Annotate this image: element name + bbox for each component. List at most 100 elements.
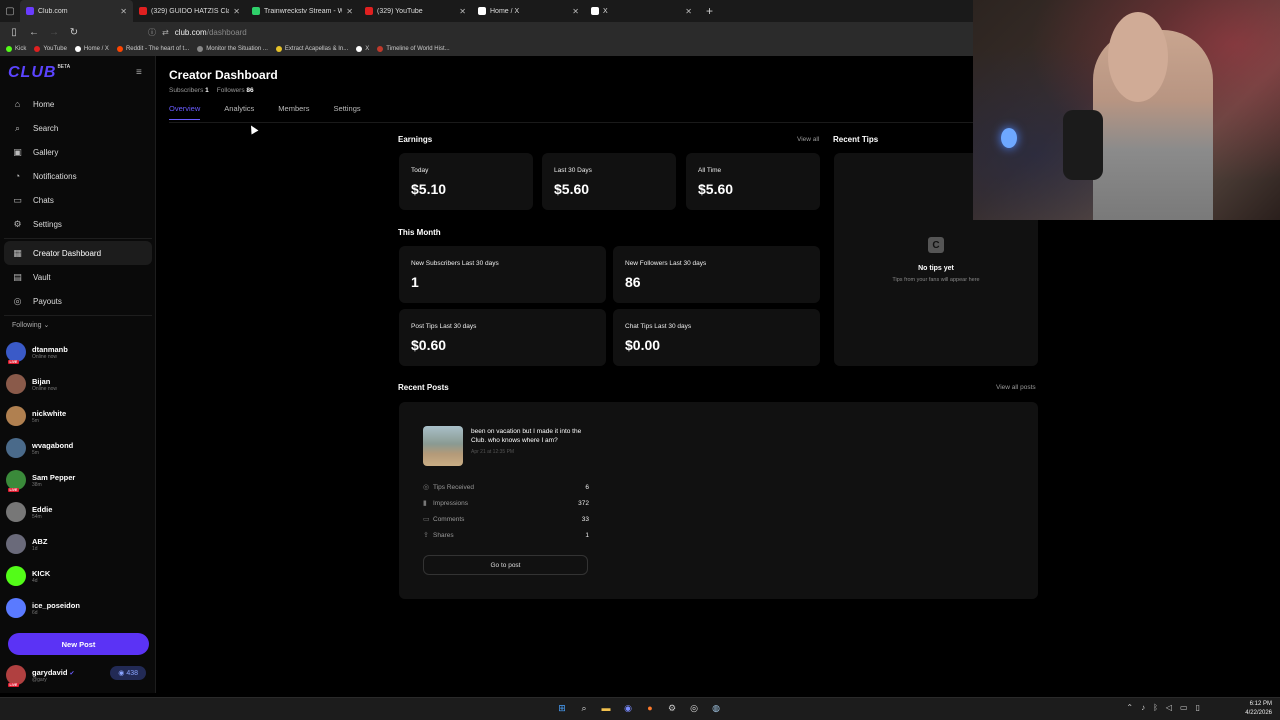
following-item[interactable]: Eddie 54m [6, 496, 152, 528]
tab-members[interactable]: Members [278, 104, 309, 120]
sidebar-nav: ⌂ Home ⌕ Search ▣ Gallery ◔ Notifications ▭ Chats… [4, 92, 152, 318]
browser-tab[interactable]: Trainwreckstv Stream - Watch L✕ [246, 0, 359, 22]
close-tab-icon[interactable]: ✕ [685, 7, 692, 16]
bookmark-item[interactable]: X [356, 46, 369, 52]
clock-date: 4/22/2026 [1245, 710, 1272, 716]
mic-icon[interactable]: ♪ [1141, 703, 1145, 712]
post-stat-label: Comments [433, 515, 465, 523]
followers-count: 86 [246, 87, 254, 94]
following-avatar [6, 406, 26, 426]
following-avatar: LIVE [6, 342, 26, 364]
site-info-icon[interactable]: ⓘ [148, 27, 156, 38]
following-item[interactable]: KICK 4d [6, 560, 152, 592]
tab-overview[interactable]: Overview [169, 104, 201, 120]
sidebar-item-vault[interactable]: ▤ Vault [4, 265, 152, 289]
file-explorer-icon[interactable]: ▬ [598, 700, 614, 716]
sidebar-item-label: Creator Dashboard [33, 248, 102, 258]
sidebar-item-search[interactable]: ⌕ Search [4, 116, 152, 140]
url-field[interactable]: ⓘ ⇄ club.com/dashboard [148, 27, 247, 38]
browser-tab[interactable]: Club.com ✕ [20, 0, 133, 22]
following-item[interactable]: nickwhite 5m [6, 400, 152, 432]
bookmark-label: Home / X [83, 46, 109, 52]
post-stat-value: 33 [581, 515, 589, 523]
windows-start-icon[interactable]: ⊞ [554, 700, 570, 716]
window-menu-icon[interactable]: ▢ [0, 6, 20, 17]
bookmark-item[interactable]: Kick [6, 46, 26, 52]
bookmark-item[interactable]: Reddit - The heart of t... [116, 46, 189, 52]
bluetooth-icon[interactable]: ᛒ [1153, 703, 1158, 712]
search-icon[interactable]: ⌕ [576, 700, 592, 716]
go-to-post-button[interactable]: Go to post [423, 555, 588, 575]
close-tab-icon[interactable]: ✕ [572, 7, 579, 16]
settings-icon[interactable]: ⚙ [664, 700, 680, 716]
club-logo[interactable]: CLUB BETA [8, 64, 70, 82]
sidebar-item-notifications[interactable]: ◔ Notifications [4, 164, 152, 188]
reload-icon[interactable]: ↻ [68, 27, 80, 38]
coin-balance[interactable]: ◉ 438 [110, 666, 146, 680]
tab-divider [169, 122, 1039, 123]
close-tab-icon[interactable]: ✕ [346, 7, 353, 16]
browser-tab[interactable]: X ✕ [585, 0, 698, 22]
sidebar-item-chats[interactable]: ▭ Chats [4, 188, 152, 212]
month-stat-card: Post Tips Last 30 days $0.60 [399, 309, 606, 366]
sidebar-item-label: Vault [33, 272, 51, 282]
coin-icon: ◉ [118, 670, 125, 677]
sidebar-item-gallery[interactable]: ▣ Gallery [4, 140, 152, 164]
sidebar-item-settings[interactable]: ⚙ Settings [4, 212, 152, 236]
firefox-icon[interactable]: ● [642, 700, 658, 716]
month-stat-card: Chat Tips Last 30 days $0.00 [613, 309, 820, 366]
user-profile[interactable]: LIVE garydavid ✔ @gary ◉ 438 [6, 662, 152, 688]
battery-icon[interactable]: ▯ [1196, 703, 1200, 712]
sidebar-item-home[interactable]: ⌂ Home [4, 92, 152, 116]
sidebar-item-creator-dashboard[interactable]: ▦ Creator Dashboard [4, 241, 152, 265]
hamburger-menu-icon[interactable]: ≡ [136, 67, 142, 78]
earnings-view-all-link[interactable]: View all [797, 136, 819, 143]
browser-tab[interactable]: (329) YouTube ✕ [359, 0, 472, 22]
following-status: 6d [32, 609, 38, 616]
following-item[interactable]: ABZ 1d [6, 528, 152, 560]
bookmark-icon [275, 46, 282, 52]
post-stat-row: ◎ Tips Received 6 [423, 481, 589, 493]
sidebar-item-payouts[interactable]: ◎ Payouts [4, 289, 152, 313]
month-stat-card: New Followers Last 30 days 86 [613, 246, 820, 303]
tab-settings[interactable]: Settings [334, 104, 361, 120]
live-badge: LIVE [8, 488, 19, 492]
following-header[interactable]: Following ⌄ [12, 321, 49, 329]
bookmark-item[interactable]: Monitor the Situation ... [197, 46, 268, 52]
vault-icon: ▤ [13, 271, 22, 282]
forward-icon[interactable]: → [48, 27, 60, 38]
browser-tab[interactable]: Home / X ✕ [472, 0, 585, 22]
steam-icon[interactable]: ◍ [708, 700, 724, 716]
tab-title: (329) GUIDO HATZIS Classic Ca [151, 7, 230, 15]
back-icon[interactable]: ← [28, 27, 40, 38]
bookmark-item[interactable]: YouTube [34, 46, 67, 52]
browser-tab[interactable]: (329) GUIDO HATZIS Classic Ca✕ [133, 0, 246, 22]
view-all-posts-link[interactable]: View all posts [996, 384, 1036, 391]
obs-icon[interactable]: ◎ [686, 700, 702, 716]
bookmark-item[interactable]: Timeline of World Hist... [377, 46, 450, 52]
streamer-head [1108, 12, 1168, 102]
close-tab-icon[interactable]: ✕ [459, 7, 466, 16]
following-item[interactable]: ice_poseidon 6d [6, 592, 152, 624]
clock[interactable]: 6:12 PM 4/22/2026 [1245, 700, 1272, 718]
tray-arrow-icon[interactable]: ⌃ [1126, 703, 1133, 712]
tab-analytics[interactable]: Analytics [224, 104, 254, 120]
post-thumbnail[interactable] [423, 426, 463, 466]
page-stats: Subscribers 1 Followers 86 [169, 87, 254, 94]
network-icon[interactable]: ▭ [1180, 703, 1188, 712]
post-title[interactable]: been on vacation but I made it into the … [471, 427, 591, 445]
following-item[interactable]: LIVE dtanmanb Online now [6, 336, 152, 368]
following-item[interactable]: LIVE Sam Pepper 38m [6, 464, 152, 496]
following-item[interactable]: Bijan Online now [6, 368, 152, 400]
bookmark-item[interactable]: Home / X [74, 46, 109, 52]
close-tab-icon[interactable]: ✕ [233, 7, 240, 16]
new-tab-button[interactable]: + [698, 4, 721, 18]
sidebar-toggle-icon[interactable]: ▯ [8, 27, 20, 38]
bookmark-item[interactable]: Extract Acapellas & In... [275, 46, 348, 52]
volume-icon[interactable]: ◁ [1166, 703, 1172, 712]
following-item[interactable]: wvagabond 5m [6, 432, 152, 464]
close-tab-icon[interactable]: ✕ [120, 7, 127, 16]
tab-title: Trainwreckstv Stream - Watch L [264, 7, 343, 15]
new-post-button[interactable]: New Post [8, 633, 149, 655]
discord-icon[interactable]: ◉ [620, 700, 636, 716]
